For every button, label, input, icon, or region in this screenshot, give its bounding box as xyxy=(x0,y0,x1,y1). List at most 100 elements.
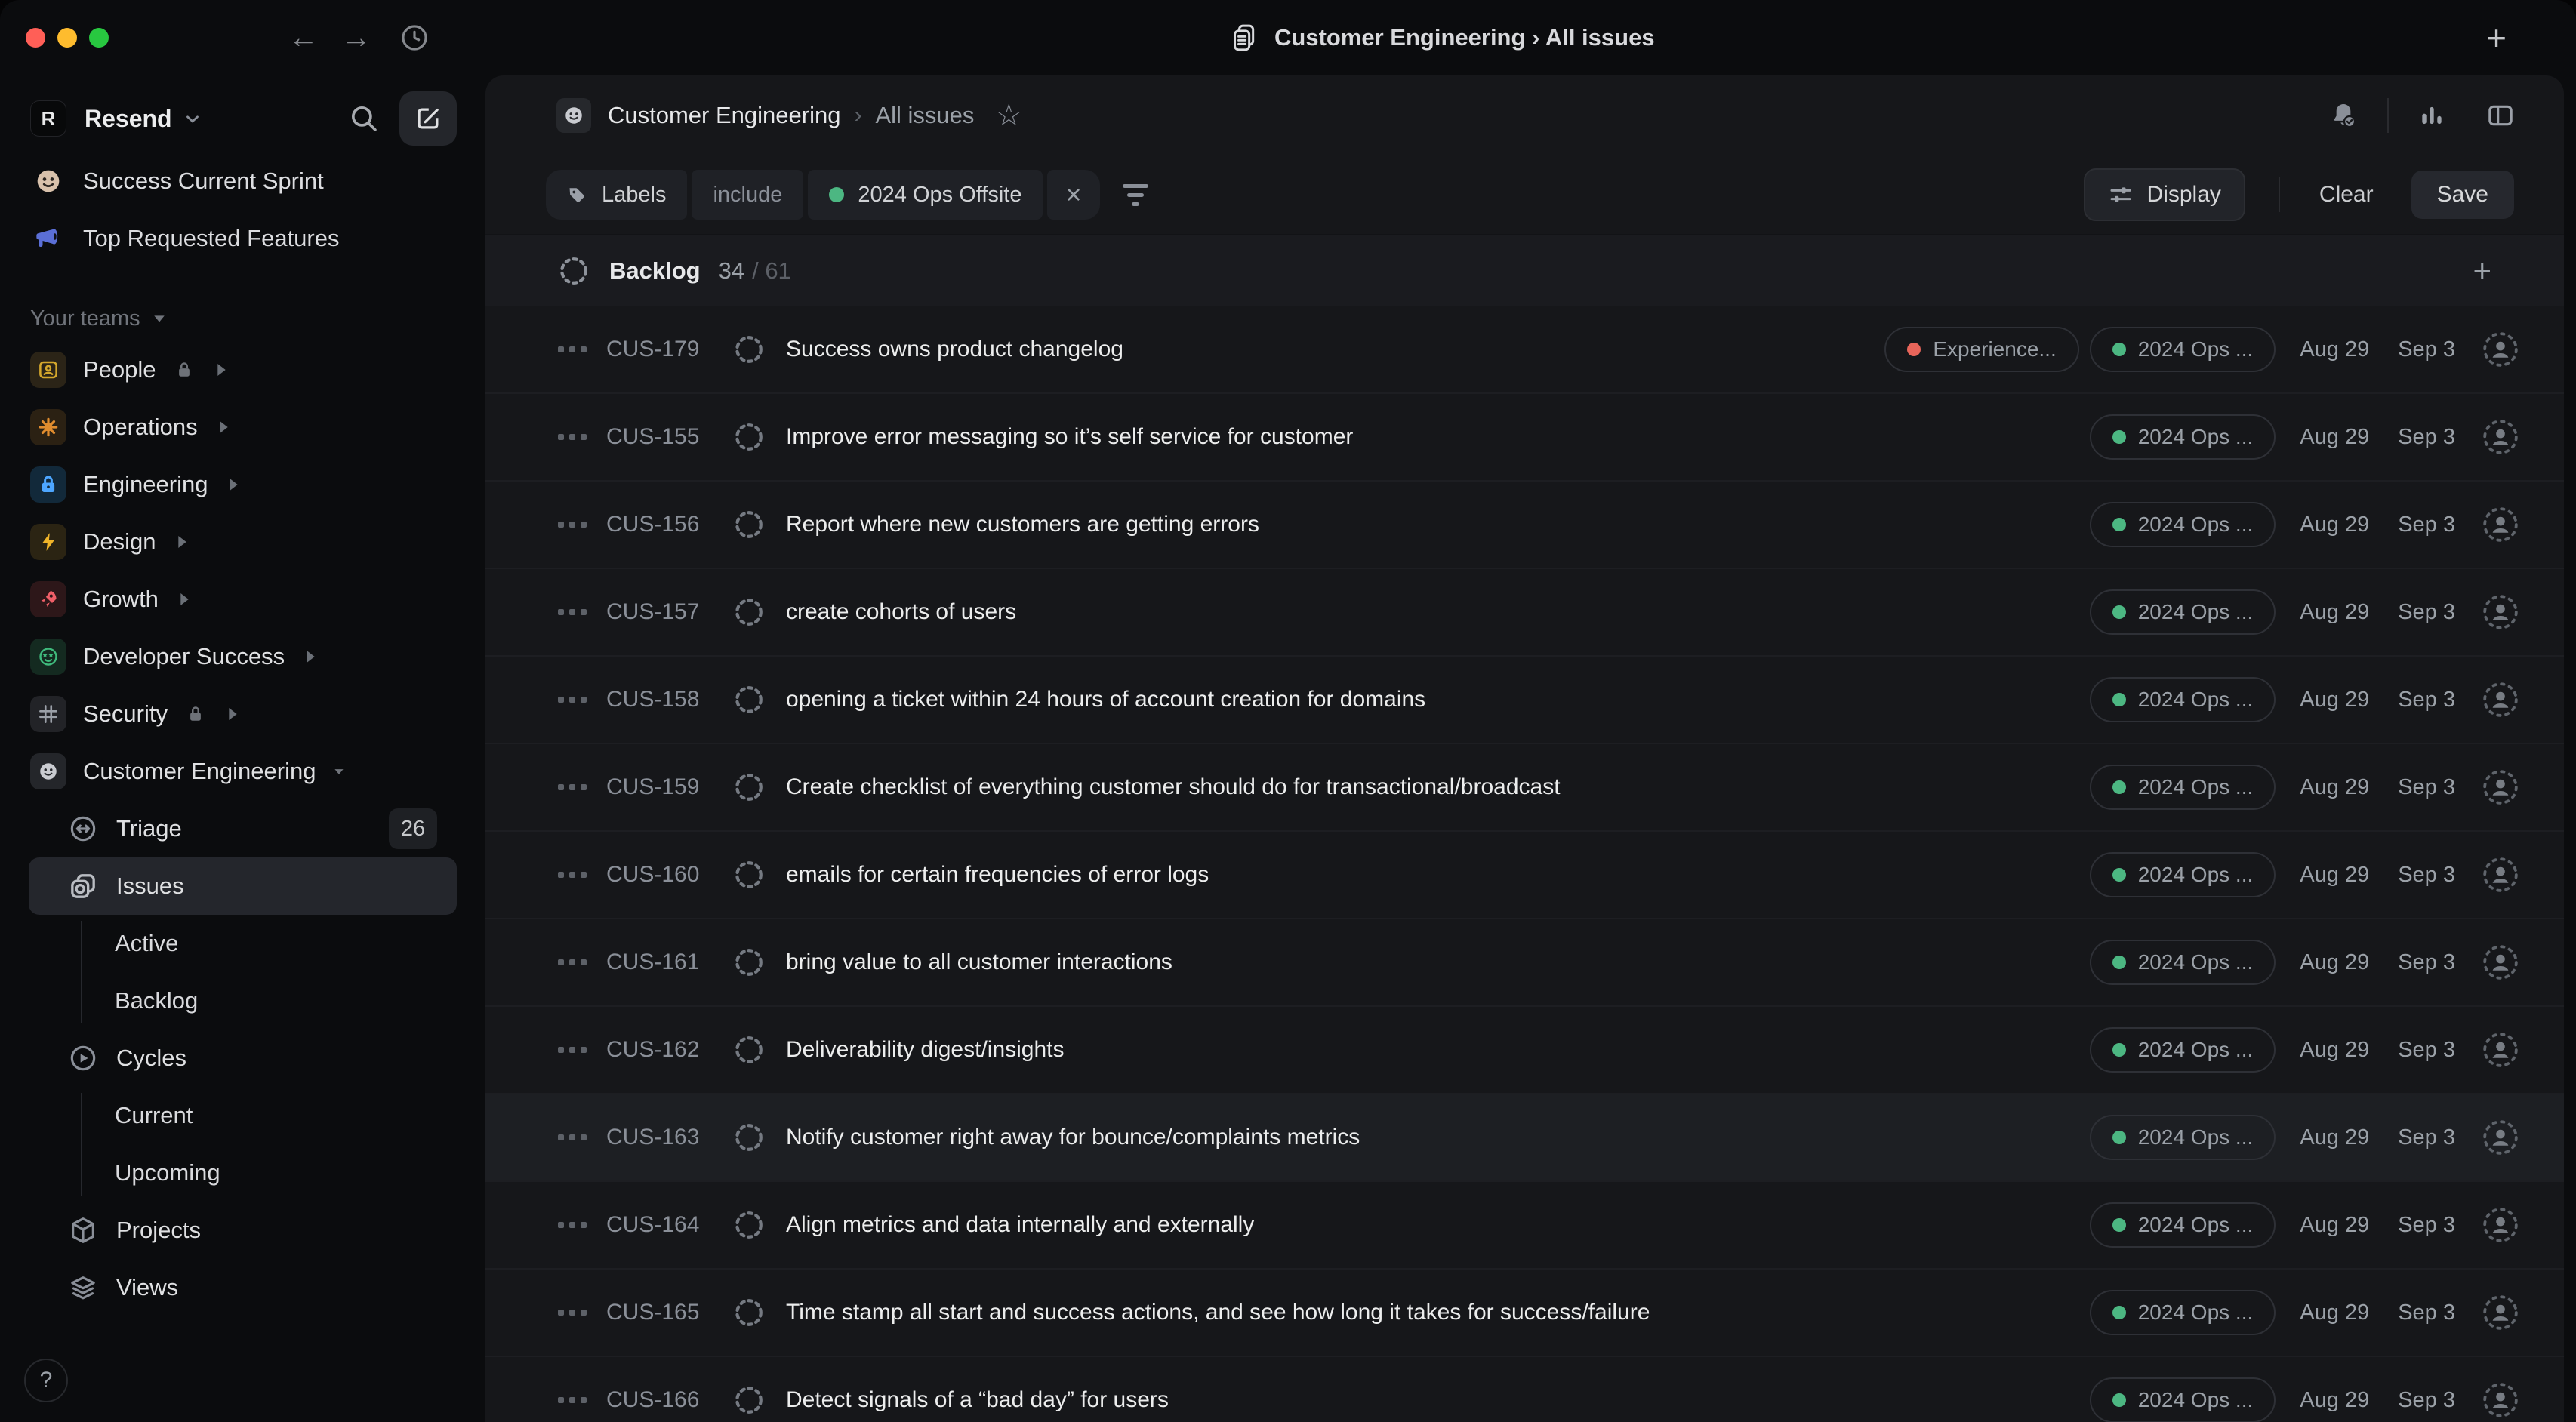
backlog-status-icon[interactable] xyxy=(733,1122,765,1153)
priority-icon[interactable] xyxy=(558,959,606,965)
assignee-avatar[interactable] xyxy=(2482,1294,2519,1331)
backlog-status-icon[interactable] xyxy=(733,509,765,540)
label-pill[interactable]: 2024 Ops ... xyxy=(2090,765,2276,810)
priority-icon[interactable] xyxy=(558,609,606,615)
filter-value-chip[interactable]: 2024 Ops Offsite xyxy=(808,170,1043,220)
issue-row[interactable]: CUS-155 Improve error messaging so it’s … xyxy=(485,394,2564,482)
backlog-status-icon[interactable] xyxy=(733,421,765,453)
workspace-name[interactable]: Resend xyxy=(85,105,172,133)
sidebar-team-developer-success[interactable]: Developer Success xyxy=(0,628,485,685)
side-panel-toggle-icon[interactable] xyxy=(2485,100,2516,131)
assignee-avatar[interactable] xyxy=(2482,1119,2519,1156)
breadcrumb-team[interactable]: Customer Engineering xyxy=(608,102,840,129)
priority-icon[interactable] xyxy=(558,872,606,878)
clear-filters-button[interactable]: Clear xyxy=(2313,182,2380,208)
label-pill[interactable]: 2024 Ops ... xyxy=(2090,852,2276,897)
filter-field-chip[interactable]: Labels xyxy=(546,170,687,220)
label-pill[interactable]: 2024 Ops ... xyxy=(2090,327,2276,372)
sidebar-item-success-current-sprint[interactable]: Success Current Sprint xyxy=(0,152,485,210)
new-tab-button[interactable]: + xyxy=(2486,20,2507,55)
backlog-status-icon[interactable] xyxy=(733,859,765,891)
priority-icon[interactable] xyxy=(558,522,606,528)
insights-chart-icon[interactable] xyxy=(2417,101,2446,130)
issue-row[interactable]: CUS-160 emails for certain frequencies o… xyxy=(485,832,2564,919)
label-pill[interactable]: 2024 Ops ... xyxy=(2090,940,2276,985)
priority-icon[interactable] xyxy=(558,1310,606,1316)
sidebar-item-views[interactable]: Views xyxy=(29,1259,457,1316)
backlog-status-icon[interactable] xyxy=(733,1034,765,1066)
issue-row[interactable]: CUS-159 Create checklist of everything c… xyxy=(485,744,2564,832)
label-pill[interactable]: 2024 Ops ... xyxy=(2090,1027,2276,1073)
label-pill[interactable]: 2024 Ops ... xyxy=(2090,1290,2276,1335)
label-pill[interactable]: 2024 Ops ... xyxy=(2090,1115,2276,1160)
backlog-status-icon[interactable] xyxy=(733,771,765,803)
backlog-status-icon[interactable] xyxy=(733,1209,765,1241)
label-pill[interactable]: Experience... xyxy=(1884,327,2078,372)
sidebar-team-growth[interactable]: Growth xyxy=(0,571,485,628)
priority-icon[interactable] xyxy=(558,697,606,703)
issue-row[interactable]: CUS-179 Success owns product changelog E… xyxy=(485,306,2564,394)
issue-row[interactable]: CUS-164 Align metrics and data internall… xyxy=(485,1182,2564,1270)
priority-icon[interactable] xyxy=(558,784,606,790)
help-button[interactable]: ? xyxy=(24,1359,68,1402)
sidebar-team-customer-engineering[interactable]: Customer Engineering xyxy=(0,743,485,800)
assignee-avatar[interactable] xyxy=(2482,944,2519,980)
priority-icon[interactable] xyxy=(558,434,606,440)
assignee-avatar[interactable] xyxy=(2482,419,2519,455)
sidebar-item-top-requested-features[interactable]: Top Requested Features xyxy=(0,210,485,267)
breadcrumb-page[interactable]: All issues xyxy=(875,102,974,129)
sidebar-item-current[interactable]: Current xyxy=(0,1087,485,1144)
notifications-bell-icon[interactable] xyxy=(2328,100,2359,131)
sidebar-item-backlog[interactable]: Backlog xyxy=(0,972,485,1030)
add-filter-icon[interactable] xyxy=(1123,184,1148,206)
sidebar-team-design[interactable]: Design xyxy=(0,513,485,571)
filter-operator-chip[interactable]: include xyxy=(692,170,803,220)
sidebar-item-upcoming[interactable]: Upcoming xyxy=(0,1144,485,1202)
sidebar-item-cycles[interactable]: Cycles xyxy=(29,1030,457,1087)
issue-row[interactable]: CUS-165 Time stamp all start and success… xyxy=(485,1270,2564,1357)
backlog-status-icon[interactable] xyxy=(733,334,765,365)
issue-row[interactable]: CUS-161 bring value to all customer inte… xyxy=(485,919,2564,1007)
assignee-avatar[interactable] xyxy=(2482,1382,2519,1418)
assignee-avatar[interactable] xyxy=(2482,1032,2519,1068)
issue-row[interactable]: CUS-158 opening a ticket within 24 hours… xyxy=(485,657,2564,744)
backlog-status-icon[interactable] xyxy=(733,596,765,628)
priority-icon[interactable] xyxy=(558,1397,606,1403)
issue-row[interactable]: CUS-157 create cohorts of users 2024 Ops… xyxy=(485,569,2564,657)
issue-row[interactable]: CUS-162 Deliverability digest/insights 2… xyxy=(485,1007,2564,1094)
backlog-status-icon[interactable] xyxy=(733,684,765,716)
assignee-avatar[interactable] xyxy=(2482,1207,2519,1243)
favorite-star-icon[interactable]: ☆ xyxy=(995,100,1022,131)
backlog-status-icon[interactable] xyxy=(733,946,765,978)
forward-button[interactable]: → xyxy=(341,23,371,53)
assignee-avatar[interactable] xyxy=(2482,769,2519,805)
assignee-avatar[interactable] xyxy=(2482,331,2519,368)
priority-icon[interactable] xyxy=(558,1222,606,1228)
priority-icon[interactable] xyxy=(558,1047,606,1053)
issue-row[interactable]: CUS-166 Detect signals of a “bad day” fo… xyxy=(485,1357,2564,1422)
history-clock-icon[interactable] xyxy=(399,22,430,54)
minimize-window-button[interactable] xyxy=(57,28,77,48)
label-pill[interactable]: 2024 Ops ... xyxy=(2090,414,2276,460)
label-pill[interactable]: 2024 Ops ... xyxy=(2090,589,2276,635)
sidebar-team-security[interactable]: Security xyxy=(0,685,485,743)
filter-remove-chip[interactable]: × xyxy=(1047,170,1099,220)
sidebar-team-engineering[interactable]: Engineering xyxy=(0,456,485,513)
search-icon[interactable] xyxy=(348,103,380,134)
workspace-logo[interactable]: R xyxy=(30,100,66,137)
sidebar-team-people[interactable]: People xyxy=(0,341,485,399)
label-pill[interactable]: 2024 Ops ... xyxy=(2090,677,2276,722)
sidebar-item-projects[interactable]: Projects xyxy=(29,1202,457,1259)
backlog-section-header[interactable]: Backlog 34 / 61 + xyxy=(485,235,2564,306)
save-view-button[interactable]: Save xyxy=(2411,171,2514,219)
sidebar-item-triage[interactable]: Triage 26 xyxy=(29,800,457,857)
priority-icon[interactable] xyxy=(558,1134,606,1140)
zoom-window-button[interactable] xyxy=(89,28,109,48)
sidebar-item-issues[interactable]: Issues xyxy=(29,857,457,915)
assignee-avatar[interactable] xyxy=(2482,857,2519,893)
close-window-button[interactable] xyxy=(26,28,45,48)
sidebar-item-active[interactable]: Active xyxy=(0,915,485,972)
back-button[interactable]: ← xyxy=(288,23,319,53)
backlog-status-icon[interactable] xyxy=(733,1384,765,1416)
add-issue-button[interactable]: + xyxy=(2473,255,2491,287)
